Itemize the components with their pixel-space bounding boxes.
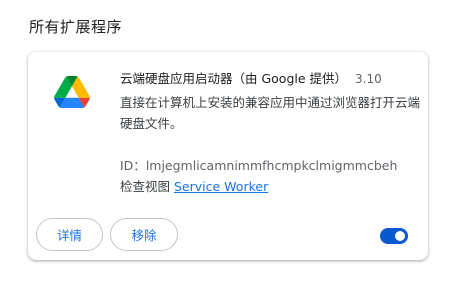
extension-version: 3.10 xyxy=(355,72,382,86)
service-worker-link[interactable]: Service Worker xyxy=(174,179,268,194)
extension-name-row: 云端硬盘应用启动器（由 Google 提供） 3.10 xyxy=(120,68,382,87)
inspect-views: 检查视图 Service Worker xyxy=(120,176,268,195)
enable-toggle[interactable] xyxy=(380,228,408,244)
extension-card: 云端硬盘应用启动器（由 Google 提供） 3.10 直接在计算机上安装的兼容应… xyxy=(28,52,428,260)
remove-button[interactable]: 移除 xyxy=(110,218,178,251)
details-button[interactable]: 详情 xyxy=(36,218,103,251)
section-title: 所有扩展程序 xyxy=(29,18,123,36)
extension-id-value: lmjegmlicamnimmfhcmpkclmigmmcbeh xyxy=(145,158,398,173)
inspect-views-label: 检查视图 xyxy=(120,179,171,194)
extensions-page: 所有扩展程序 云端硬盘应用启动器（由 Google 提供） 3.10 直接在计算机… xyxy=(0,0,457,290)
extension-id: ID：lmjegmlicamnimmfhcmpkclmigmmcbeh xyxy=(120,155,397,174)
extension-description: 直接在计算机上安装的兼容应用中通过浏览器打开云端硬盘文件。 xyxy=(120,95,421,131)
toggle-knob xyxy=(395,231,405,241)
google-drive-icon xyxy=(54,76,90,108)
extension-name: 云端硬盘应用启动器（由 Google 提供） xyxy=(120,71,348,86)
extension-id-label: ID： xyxy=(120,158,146,173)
